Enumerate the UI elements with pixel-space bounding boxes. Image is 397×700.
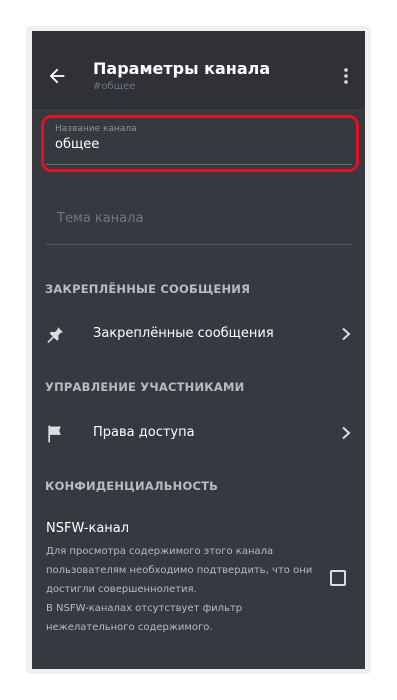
channel-settings-screen: Параметры канала #общее Название канала …: [32, 31, 365, 669]
section-header-privacy: КОНФИДЕНЦИАЛЬНОСТЬ: [45, 479, 219, 493]
nsfw-description-line: нежелательного содержимого.: [46, 622, 213, 633]
nsfw-checkbox[interactable]: [330, 570, 346, 586]
channel-name-input[interactable]: общее: [55, 137, 99, 152]
nsfw-description-line: достигли совершеннолетия.: [46, 584, 197, 595]
page-title: Параметры канала: [93, 59, 271, 78]
channel-topic-placeholder: Тема канала: [57, 211, 144, 226]
nsfw-description-line: Для просмотра содержимого этого канала: [46, 546, 274, 557]
pinned-messages-item[interactable]: Закреплённые сообщения: [32, 312, 365, 356]
arrow-left-icon[interactable]: [46, 65, 68, 87]
section-header-members: УПРАВЛЕНИЕ УЧАСТНИКАМИ: [45, 380, 245, 394]
permissions-item[interactable]: Права доступа: [32, 411, 365, 455]
nsfw-description-line: В NSFW-каналах отсутствует фильтр: [46, 603, 243, 614]
channel-topic-field[interactable]: Тема канала: [46, 191, 352, 247]
chevron-right-icon: [342, 327, 351, 341]
pin-icon: [47, 327, 63, 343]
nsfw-description: Для просмотра содержимого этого канала п…: [46, 542, 326, 637]
more-vertical-icon[interactable]: [338, 67, 354, 85]
nsfw-title: NSFW-канал: [46, 521, 130, 536]
nsfw-description-line: пользователям необходимо подтвердить, чт…: [46, 565, 313, 576]
field-underline: [46, 244, 352, 245]
field-underline: [46, 164, 352, 165]
chevron-right-icon: [342, 426, 351, 440]
app-header: Параметры канала #общее: [32, 31, 365, 109]
channel-subtitle: #общее: [93, 81, 136, 92]
pinned-messages-label: Закреплённые сообщения: [93, 326, 274, 341]
flag-icon: [48, 425, 61, 443]
channel-name-field[interactable]: Название канала общее: [46, 122, 352, 166]
section-header-pinned: ЗАКРЕПЛЁННЫЕ СООБЩЕНИЯ: [45, 282, 251, 296]
channel-name-label: Название канала: [55, 124, 137, 134]
permissions-label: Права доступа: [93, 425, 195, 440]
